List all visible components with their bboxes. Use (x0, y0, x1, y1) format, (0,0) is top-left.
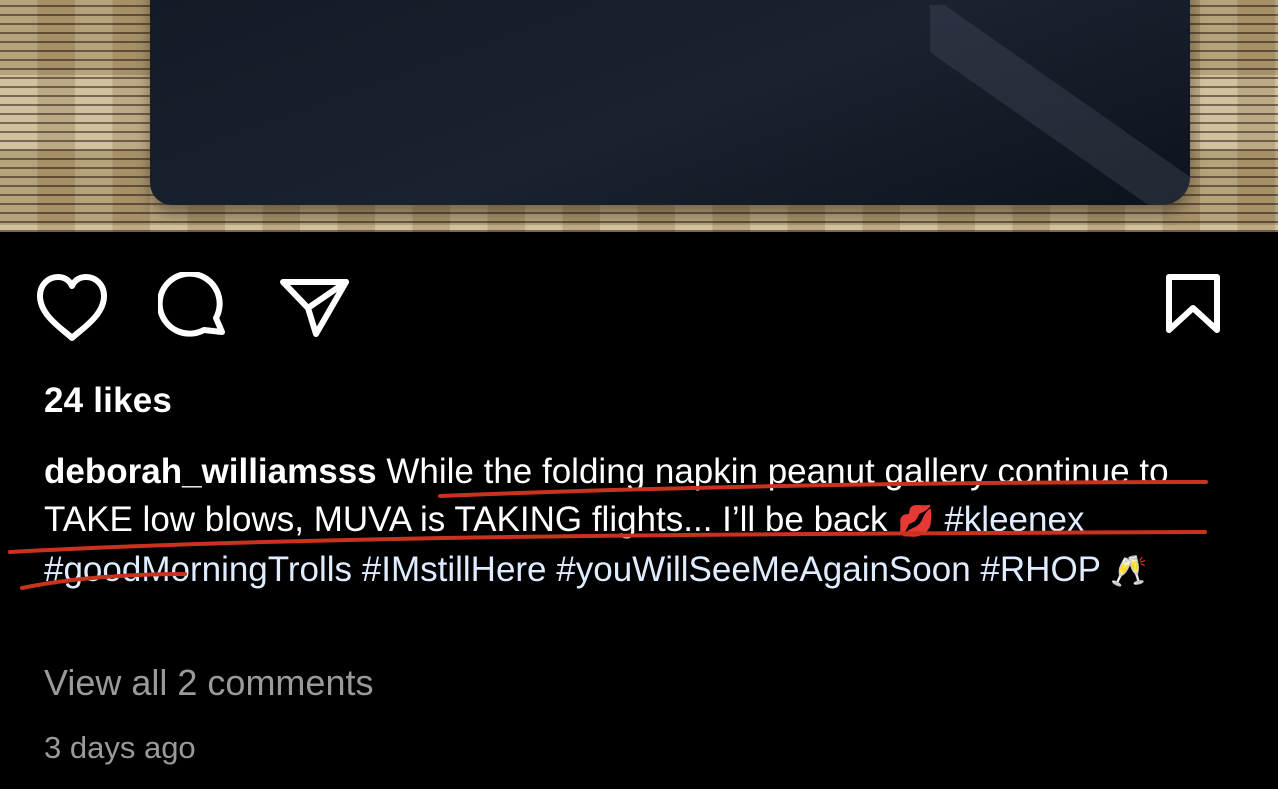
post-caption: deborah_williamsss While the folding nap… (44, 448, 1244, 596)
likes-count[interactable]: 24 likes (44, 381, 172, 421)
post-image-case-fold (930, 5, 1190, 205)
hashtag-rhop[interactable]: #RHOP (980, 550, 1100, 589)
hashtag-youwillseemeagainsoon[interactable]: #youWillSeeMeAgainSoon (556, 550, 970, 589)
hashtag-imstillhere[interactable]: #IMstillHere (362, 550, 547, 589)
champagne-emoji-icon: 🥂 (1110, 555, 1148, 588)
view-all-comments-link[interactable]: View all 2 comments (44, 662, 373, 704)
bookmark-icon[interactable] (1164, 272, 1222, 336)
action-bar (0, 232, 1278, 372)
post-image[interactable] (0, 0, 1278, 232)
post-image-dark-case (150, 0, 1190, 205)
post-timestamp: 3 days ago (44, 730, 196, 765)
hashtag-goodmorningtrolls[interactable]: #goodMorningTrolls (44, 550, 352, 589)
heart-icon[interactable] (34, 272, 110, 344)
speech-bubble-icon[interactable] (158, 272, 230, 344)
hashtag-kleenex[interactable]: #kleenex (944, 500, 1084, 539)
caption-username[interactable]: deborah_williamsss (44, 452, 377, 491)
kiss-emoji-icon: 💋 (897, 505, 935, 538)
paper-plane-icon[interactable] (278, 274, 352, 340)
